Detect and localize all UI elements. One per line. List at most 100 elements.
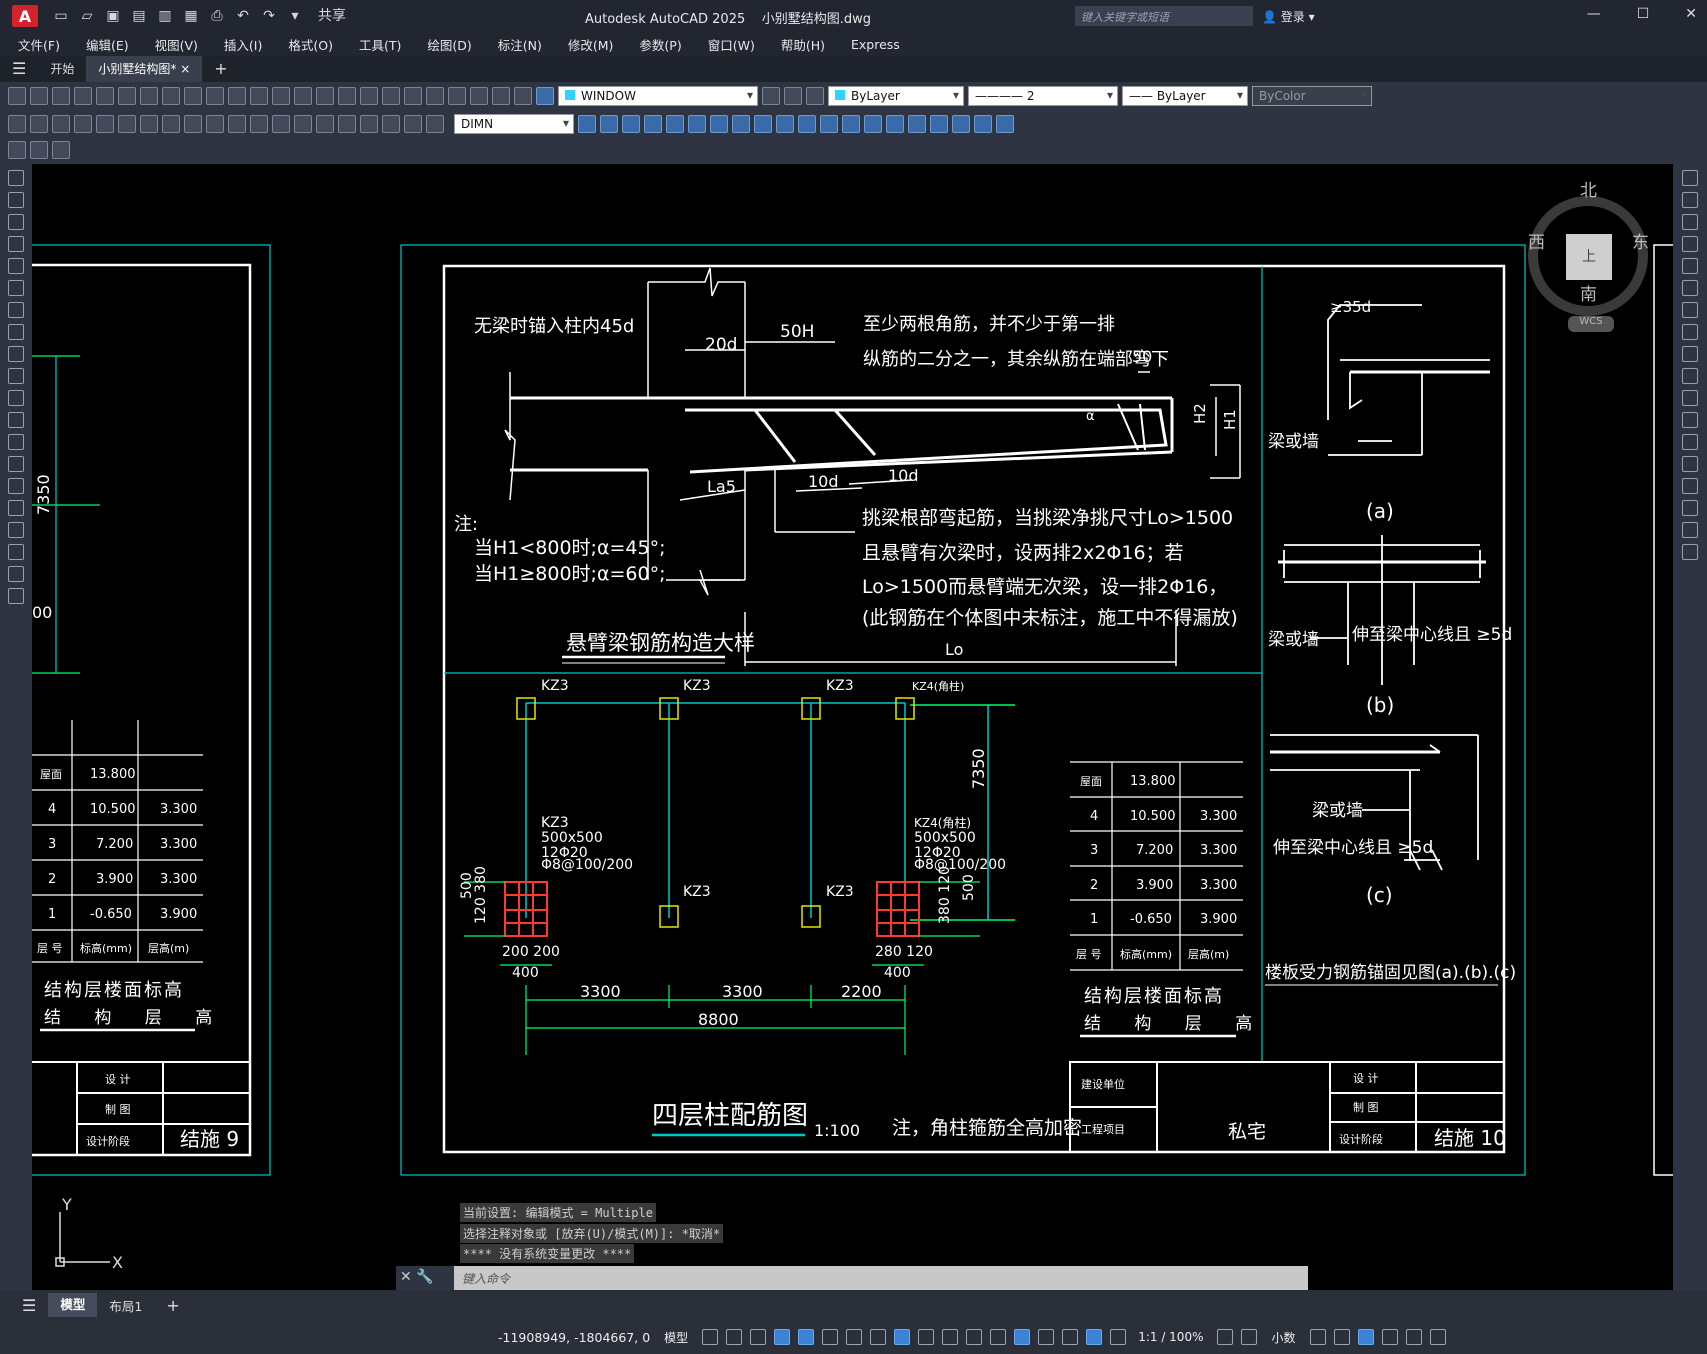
dim-edit-icon[interactable] — [382, 115, 400, 133]
erase-icon[interactable] — [1682, 170, 1698, 186]
wcs-menu[interactable]: WCS — [1568, 316, 1614, 332]
modify-icon-13[interactable] — [842, 115, 860, 133]
add-selected-icon[interactable] — [8, 588, 24, 604]
lineweight-icon[interactable] — [918, 1329, 935, 1345]
ordinate-icon[interactable] — [74, 115, 92, 133]
explode-icon[interactable] — [1682, 544, 1698, 560]
layer-tools-icon[interactable] — [52, 141, 70, 159]
modify-icon-3[interactable] — [622, 115, 640, 133]
redo-icon[interactable] — [272, 87, 290, 105]
modify-icon-5[interactable] — [666, 115, 684, 133]
design-center-icon[interactable] — [404, 87, 422, 105]
print-icon[interactable]: ⎙ — [208, 7, 226, 25]
login-button[interactable]: 👤 登录 ▾ — [1262, 8, 1315, 25]
new-file-icon[interactable]: ▭ — [52, 7, 70, 25]
tolerance-icon[interactable] — [294, 115, 312, 133]
diameter-icon[interactable] — [140, 115, 158, 133]
plotstyle-dropdown[interactable]: ByColor — [1252, 86, 1372, 106]
menu-dimension[interactable]: 标注(N) — [498, 35, 542, 54]
autocad-logo-button[interactable]: A — [12, 5, 38, 27]
share-button[interactable]: 共享 — [318, 7, 346, 25]
undo-icon[interactable]: ↶ — [234, 7, 252, 25]
lineweight-dropdown[interactable]: —— ByLayer — [1122, 86, 1248, 106]
menu-help[interactable]: 帮助(H) — [781, 35, 825, 54]
tab-layout1[interactable]: 布局1 — [97, 1296, 154, 1315]
dim-text-edit-icon[interactable] — [404, 115, 422, 133]
zoom-previous-icon[interactable] — [360, 87, 378, 105]
zoom-window-icon[interactable] — [338, 87, 356, 105]
gizmo-icon[interactable] — [1062, 1329, 1079, 1345]
modify-icon-6[interactable] — [688, 115, 706, 133]
copy-object-icon[interactable] — [1682, 192, 1698, 208]
close-icon[interactable]: ✕ — [1685, 6, 1697, 22]
new-tab-button[interactable]: + — [202, 56, 239, 82]
save-as-icon[interactable]: ▤ — [130, 7, 148, 25]
ellipse-arc-icon[interactable] — [8, 390, 24, 406]
layer-state-icon[interactable] — [536, 87, 554, 105]
auto-scale-icon[interactable] — [1110, 1329, 1127, 1345]
calc-icon[interactable] — [470, 87, 488, 105]
modify-icon-16[interactable] — [908, 115, 926, 133]
break-icon[interactable] — [1682, 434, 1698, 450]
stretch-icon[interactable] — [1682, 346, 1698, 362]
modify-icon-20[interactable] — [996, 115, 1014, 133]
make-block-icon[interactable] — [8, 434, 24, 450]
hardware-accel-icon[interactable] — [1381, 1329, 1398, 1345]
pan-icon[interactable] — [294, 87, 312, 105]
radius-icon[interactable] — [96, 115, 114, 133]
isodraft-icon[interactable] — [846, 1329, 863, 1345]
customize-qat-icon[interactable]: ▾ — [286, 7, 304, 25]
modify-icon-18[interactable] — [952, 115, 970, 133]
join-icon[interactable] — [1682, 456, 1698, 472]
continue-icon[interactable] — [228, 115, 246, 133]
jogged-linear-icon[interactable] — [360, 115, 378, 133]
save-icon[interactable]: ▣ — [104, 7, 122, 25]
polyline-icon[interactable] — [8, 214, 24, 230]
color-dropdown[interactable]: ByLayer — [828, 86, 964, 106]
save-icon[interactable] — [52, 87, 70, 105]
angular-icon[interactable] — [162, 115, 180, 133]
copy-icon[interactable] — [184, 87, 202, 105]
modify-icon-9[interactable] — [754, 115, 772, 133]
isolate-objects-icon[interactable] — [1357, 1329, 1374, 1345]
menu-parametric[interactable]: 参数(P) — [639, 35, 681, 54]
command-line-tools[interactable]: ✕ 🔧 — [396, 1266, 456, 1290]
open-web-icon[interactable]: ▥ — [156, 7, 174, 25]
break-point-icon[interactable] — [1682, 412, 1698, 428]
open-file-icon[interactable]: ▱ — [78, 7, 96, 25]
circle-icon[interactable] — [8, 302, 24, 318]
ellipse-icon[interactable] — [8, 368, 24, 384]
linear-dim-icon[interactable] — [8, 115, 26, 133]
arc-icon[interactable] — [8, 280, 24, 296]
baseline-icon[interactable] — [206, 115, 224, 133]
menu-insert[interactable]: 插入(I) — [224, 35, 262, 54]
insert-block-icon[interactable] — [8, 412, 24, 428]
tab-start[interactable]: 开始 — [38, 56, 86, 82]
modify-icon-7[interactable] — [710, 115, 728, 133]
workspace-switch-icon[interactable] — [1217, 1329, 1234, 1345]
annotation-scale[interactable]: 1:1 / 100% — [1138, 1330, 1203, 1344]
region-icon[interactable] — [8, 522, 24, 538]
model-space-toggle[interactable]: 模型 — [664, 1329, 688, 1346]
linetype-dropdown[interactable]: ———— 2 — [968, 86, 1118, 106]
dynamic-ucs-icon[interactable] — [1014, 1329, 1031, 1345]
layout-menu-icon[interactable]: ☰ — [10, 1296, 48, 1315]
dynamic-input-icon[interactable] — [774, 1329, 791, 1345]
offset-icon[interactable] — [1682, 236, 1698, 252]
tab-model[interactable]: 模型 — [48, 1293, 98, 1317]
help-search-input[interactable]: 键入关键字或短语 — [1075, 6, 1253, 26]
extend-icon[interactable] — [1682, 390, 1698, 406]
view-cube[interactable]: 上 北 南 西 东 WCS — [1528, 176, 1649, 336]
layer-dropdown[interactable]: WINDOW — [558, 86, 758, 106]
tool-palettes-icon[interactable] — [426, 87, 444, 105]
modify-icon-15[interactable] — [886, 115, 904, 133]
menu-express[interactable]: Express — [851, 37, 900, 52]
menu-tools[interactable]: 工具(T) — [359, 35, 401, 54]
dim-update-icon[interactable] — [426, 115, 444, 133]
spline-icon[interactable] — [8, 346, 24, 362]
table-icon[interactable] — [8, 544, 24, 560]
modify-icon-19[interactable] — [974, 115, 992, 133]
modify-icon-10[interactable] — [776, 115, 794, 133]
help-icon[interactable] — [492, 87, 510, 105]
revcloud-icon[interactable] — [8, 324, 24, 340]
